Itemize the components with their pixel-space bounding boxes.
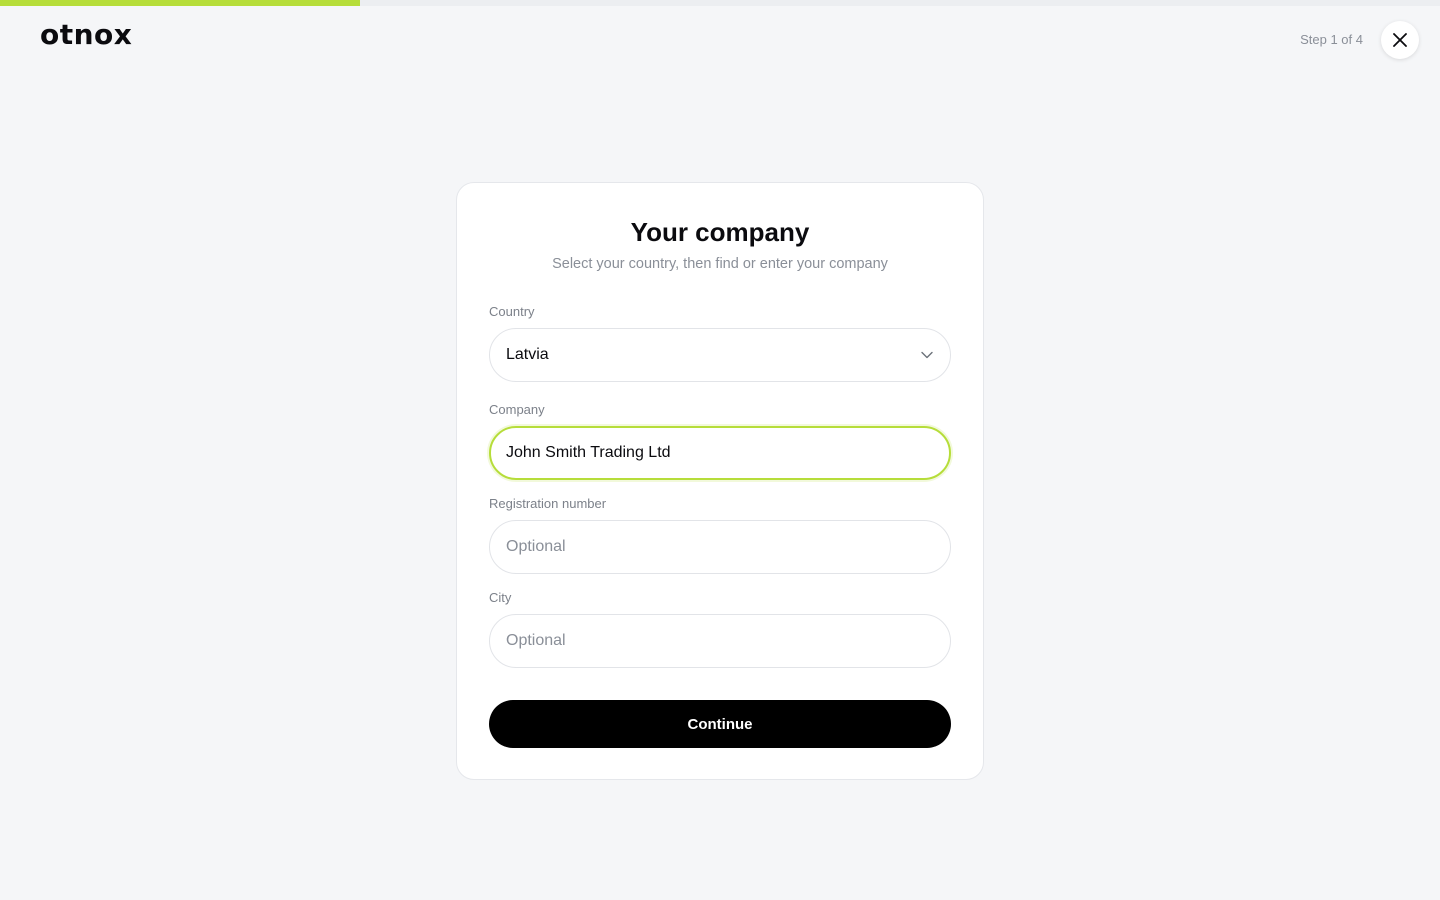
- country-select[interactable]: Latvia: [489, 328, 951, 382]
- company-form-card: Your company Select your country, then f…: [456, 182, 984, 780]
- company-input[interactable]: [506, 428, 934, 478]
- step-indicator: Step 1 of 4: [1300, 32, 1363, 47]
- card-title: Your company: [630, 217, 810, 247]
- company-input-wrapper: [489, 426, 951, 480]
- city-input-wrapper: [489, 614, 951, 668]
- country-field: Country Latvia: [489, 304, 951, 382]
- company-field: Company: [489, 402, 951, 480]
- registration-input-wrapper: [489, 520, 951, 574]
- registration-label: Registration number: [489, 496, 607, 511]
- progress-bar-fill: [0, 0, 360, 6]
- progress-bar: [0, 0, 1440, 6]
- country-label: Country: [489, 304, 535, 319]
- company-label: Company: [489, 402, 545, 417]
- close-button[interactable]: [1381, 21, 1419, 59]
- continue-button[interactable]: Continue: [489, 700, 951, 748]
- city-label: City: [489, 590, 512, 605]
- city-input[interactable]: [506, 615, 934, 667]
- logo: otnox: [40, 18, 133, 51]
- chevron-down-icon: [921, 351, 933, 359]
- registration-input[interactable]: [506, 521, 934, 573]
- card-subtitle: Select your country, then find or enter …: [552, 256, 888, 272]
- registration-field: Registration number: [489, 496, 951, 574]
- close-icon: [1393, 33, 1407, 47]
- country-value: Latvia: [506, 346, 549, 363]
- city-field: City: [489, 590, 951, 668]
